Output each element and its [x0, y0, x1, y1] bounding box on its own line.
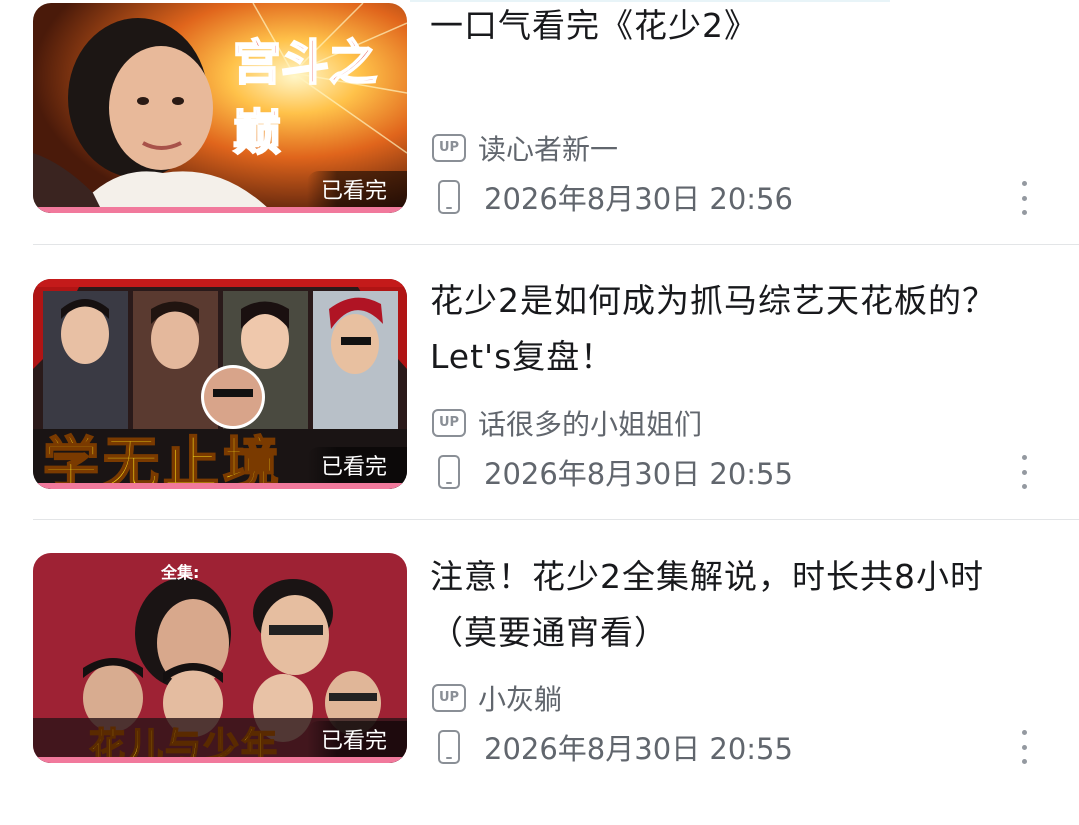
- video-item[interactable]: 宫斗之巅 已看完 一口气看完《花少2》 UP 读心者新一 2026年8月30日 …: [0, 0, 1079, 275]
- uploader-name: 读心者新一: [478, 133, 619, 166]
- phone-icon: [438, 455, 460, 489]
- divider: [33, 519, 1079, 520]
- watch-datetime: 2026年8月30日 20:55: [484, 457, 793, 491]
- video-item[interactable]: 全集: 花儿与少年 已看完 注意！花少2全集解说，时长共8小时（莫要通宵看） U…: [0, 550, 1079, 825]
- uploader-name: 话很多的小姐姐们: [478, 408, 703, 441]
- watch-datetime: 2026年8月30日 20:56: [484, 182, 793, 216]
- uploader-name: 小灰躺: [478, 683, 563, 716]
- video-title[interactable]: 注意！花少2全集解说，时长共8小时（莫要通宵看）: [430, 549, 1010, 661]
- thumbnail-top-text: 全集:: [161, 563, 200, 582]
- date-row: 2026年8月30日 20:55: [438, 452, 793, 492]
- up-badge-icon: UP: [432, 409, 466, 437]
- video-thumbnail[interactable]: 宫斗之巅 已看完: [33, 3, 407, 213]
- watch-datetime: 2026年8月30日 20:55: [484, 732, 793, 766]
- up-badge-icon: UP: [432, 134, 466, 162]
- divider: [33, 244, 1079, 245]
- more-vertical-icon[interactable]: [1016, 730, 1032, 764]
- uploader-row[interactable]: UP 小灰躺: [432, 678, 562, 718]
- video-title[interactable]: 一口气看完《花少2》: [430, 0, 1010, 54]
- video-title[interactable]: 花少2是如何成为抓马综艺天花板的？Let's复盘！: [430, 273, 1010, 385]
- watch-progress-bar: [33, 483, 407, 489]
- phone-icon: [438, 730, 460, 764]
- up-badge-icon: UP: [432, 684, 466, 712]
- watch-progress-bar: [33, 207, 407, 213]
- video-thumbnail[interactable]: 学无止境 已看完: [33, 279, 407, 489]
- phone-icon: [438, 180, 460, 214]
- video-item[interactable]: 学无止境 已看完 花少2是如何成为抓马综艺天花板的？Let's复盘！ UP 话很…: [0, 275, 1079, 550]
- uploader-row[interactable]: UP 读心者新一: [432, 128, 618, 168]
- date-row: 2026年8月30日 20:55: [438, 727, 793, 767]
- more-vertical-icon[interactable]: [1016, 455, 1032, 489]
- more-vertical-icon[interactable]: [1016, 181, 1032, 215]
- date-row: 2026年8月30日 20:56: [438, 177, 793, 217]
- uploader-row[interactable]: UP 话很多的小姐姐们: [432, 403, 702, 443]
- thumbnail-overlay-text: 宫斗之巅: [232, 34, 378, 162]
- watch-progress-bar: [33, 757, 407, 763]
- video-thumbnail[interactable]: 全集: 花儿与少年 已看完: [33, 553, 407, 763]
